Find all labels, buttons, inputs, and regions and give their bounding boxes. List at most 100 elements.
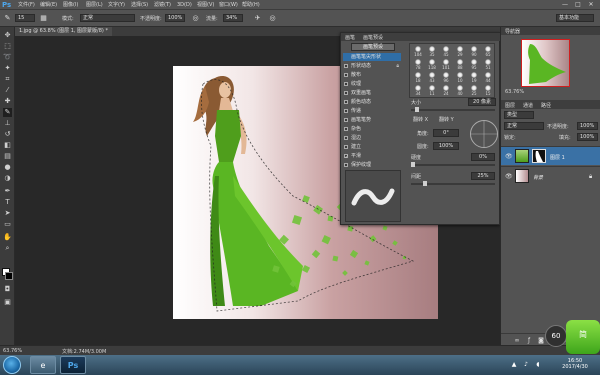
blur-tool-icon[interactable]: ● bbox=[3, 163, 12, 172]
background-color-swatch[interactable] bbox=[5, 272, 13, 280]
volume-tray-icon[interactable]: ♪ bbox=[522, 361, 530, 369]
status-zoom[interactable]: 63.76% bbox=[3, 348, 22, 354]
link-layers-icon[interactable]: ∞ bbox=[513, 337, 521, 344]
menu-view[interactable]: 视图(V) bbox=[197, 2, 214, 8]
marquee-tool-icon[interactable]: ⬚ bbox=[3, 42, 12, 51]
shape-tool-icon[interactable]: ▭ bbox=[3, 220, 12, 229]
brush-option-wet-edges[interactable]: 湿边 bbox=[343, 134, 401, 142]
speaker-tray-icon[interactable]: ◖ bbox=[534, 361, 542, 369]
brush-tool-icon[interactable]: ✎ bbox=[3, 14, 12, 23]
angle-roundness-widget[interactable] bbox=[470, 120, 498, 148]
history-brush-tool-icon[interactable]: ↺ bbox=[3, 130, 12, 139]
brush-option-smoothing[interactable]: ✓ 平滑 bbox=[343, 152, 401, 160]
spacing-checkbox[interactable]: 间距 bbox=[411, 173, 421, 180]
type-tool-icon[interactable]: T bbox=[3, 198, 12, 207]
brush-option-scattering[interactable]: 散布 bbox=[343, 71, 401, 79]
brush-tip[interactable]: 95 bbox=[467, 58, 481, 71]
hardness-field[interactable]: 0% bbox=[471, 153, 495, 161]
eraser-tool-icon[interactable]: ◧ bbox=[3, 141, 12, 150]
pressure-size-icon[interactable]: ◎ bbox=[268, 14, 277, 23]
hand-tool-icon[interactable]: ✋ bbox=[3, 233, 12, 242]
layer-row[interactable]: 👁︎ 背景 🔒︎ bbox=[501, 166, 600, 185]
brush-tip[interactable]: 101 bbox=[439, 58, 453, 71]
brush-option-tip-shape[interactable]: 画笔笔尖形状 bbox=[343, 53, 401, 61]
roundness-field[interactable]: 100% bbox=[433, 142, 459, 150]
brush-tool-icon[interactable]: ✎ bbox=[3, 108, 12, 117]
maximize-button[interactable]: □ bbox=[573, 1, 583, 8]
mode-select[interactable]: 正常 bbox=[80, 14, 135, 22]
workspace-select[interactable]: 基本功能 bbox=[556, 14, 594, 22]
ie-taskbar-icon[interactable]: e bbox=[30, 356, 56, 374]
menu-layer[interactable]: 图层(L) bbox=[86, 2, 103, 8]
angle-field[interactable]: 0° bbox=[433, 129, 459, 137]
menu-help[interactable]: 帮助(H) bbox=[242, 2, 260, 8]
brush-tip[interactable]: 15 bbox=[481, 84, 495, 97]
brush-option-build-up[interactable]: 建立 bbox=[343, 143, 401, 151]
size-slider[interactable] bbox=[411, 107, 495, 112]
brush-tip[interactable]: 29 bbox=[453, 45, 467, 58]
quick-select-tool-icon[interactable]: ✦ bbox=[3, 64, 12, 73]
menu-edit[interactable]: 编辑(E) bbox=[40, 2, 57, 8]
airbrush-icon[interactable]: ✈ bbox=[253, 14, 262, 23]
menu-image[interactable]: 图像(I) bbox=[63, 2, 78, 8]
navigator-zoom[interactable]: 63.76% bbox=[505, 89, 524, 95]
flip-y-checkbox[interactable]: 翻转 Y bbox=[439, 116, 454, 123]
minimize-button[interactable]: — bbox=[560, 1, 570, 8]
menu-filter[interactable]: 滤镜(T) bbox=[154, 2, 171, 8]
flow-field[interactable]: 34% bbox=[223, 14, 243, 22]
spacing-field[interactable]: 25% bbox=[471, 172, 495, 180]
brush-tip[interactable]: 118 bbox=[425, 58, 439, 71]
layer-name[interactable]: 图层 1 bbox=[550, 154, 565, 161]
visibility-eye-icon[interactable]: 👁︎ bbox=[505, 173, 513, 180]
eyedropper-tool-icon[interactable]: ⁄ bbox=[3, 86, 12, 95]
pen-tool-icon[interactable]: ✒ bbox=[3, 187, 12, 196]
healing-tool-icon[interactable]: ✚ bbox=[3, 97, 12, 106]
brush-tip[interactable]: 44 bbox=[481, 71, 495, 84]
brush-tip[interactable]: 11 bbox=[425, 84, 439, 97]
brush-tip[interactable]: 40 bbox=[453, 84, 467, 97]
gradient-tool-icon[interactable]: ▤ bbox=[3, 152, 12, 161]
brush-option-shape-dynamics[interactable]: 形状动态 🔒︎ bbox=[343, 62, 401, 70]
blend-mode-select[interactable]: 正常 bbox=[504, 122, 544, 130]
crop-tool-icon[interactable]: ⌗ bbox=[3, 75, 12, 84]
brush-option-brush-pose[interactable]: 画笔笔势 bbox=[343, 116, 401, 124]
brush-tip[interactable]: 43 bbox=[425, 71, 439, 84]
brush-tip[interactable]: 18 bbox=[411, 71, 425, 84]
menu-type[interactable]: 文字(Y) bbox=[108, 2, 125, 8]
tab-brush[interactable]: 画笔 bbox=[345, 34, 355, 41]
zoom-tool-icon[interactable]: ⌕ bbox=[3, 244, 12, 253]
brush-tip-grid[interactable]: 104 35 45 29 90 65 78 118 101 88 95 51 1… bbox=[409, 43, 495, 98]
brush-option-transfer[interactable]: 传递 bbox=[343, 107, 401, 115]
menu-file[interactable]: 文件(F) bbox=[18, 2, 35, 8]
tab-paths[interactable]: 路径 bbox=[541, 102, 551, 109]
brush-tip[interactable]: 24 bbox=[439, 84, 453, 97]
brush-panel-toggle-icon[interactable]: ▦ bbox=[39, 14, 48, 23]
brush-option-dual-brush[interactable]: 双重画笔 bbox=[343, 89, 401, 97]
status-doc-info[interactable]: 文档:2.74M/3.00M bbox=[62, 348, 106, 355]
start-button[interactable] bbox=[3, 356, 21, 374]
brush-tip[interactable]: 96 bbox=[439, 71, 453, 84]
brush-tip[interactable]: 19 bbox=[467, 71, 481, 84]
document-tab[interactable]: 1.jpg @ 63.8% (图层 1, 图层蒙版/8) * bbox=[15, 27, 112, 36]
size-field[interactable]: 20 像素 bbox=[468, 98, 496, 106]
brush-tip[interactable]: 65 bbox=[481, 45, 495, 58]
brush-tip[interactable]: 35 bbox=[425, 45, 439, 58]
hardness-slider[interactable] bbox=[411, 162, 495, 167]
path-select-tool-icon[interactable]: ➤ bbox=[3, 209, 12, 218]
photoshop-taskbar-icon[interactable]: Ps bbox=[60, 356, 86, 374]
layer-opacity-field[interactable]: 100% bbox=[577, 122, 598, 130]
menu-select[interactable]: 选择(S) bbox=[131, 2, 148, 8]
tab-brush-presets[interactable]: 画笔预设 bbox=[363, 34, 383, 41]
stamp-tool-icon[interactable]: ⊥ bbox=[3, 119, 12, 128]
brush-tip[interactable]: 51 bbox=[481, 58, 495, 71]
brush-tip[interactable]: 90 bbox=[467, 45, 481, 58]
tab-channels[interactable]: 通道 bbox=[523, 102, 533, 109]
spacing-slider[interactable] bbox=[411, 181, 495, 186]
layer-kind-filter[interactable]: 类型 bbox=[504, 111, 534, 119]
brush-size-picker[interactable]: 15 bbox=[15, 14, 35, 22]
dodge-tool-icon[interactable]: ◑ bbox=[3, 174, 12, 183]
close-button[interactable]: ✕ bbox=[586, 1, 596, 8]
brush-tip[interactable]: 45 bbox=[439, 45, 453, 58]
brush-tip[interactable]: 10 bbox=[453, 71, 467, 84]
layer-row[interactable]: 👁︎ 图层 1 bbox=[501, 146, 600, 165]
